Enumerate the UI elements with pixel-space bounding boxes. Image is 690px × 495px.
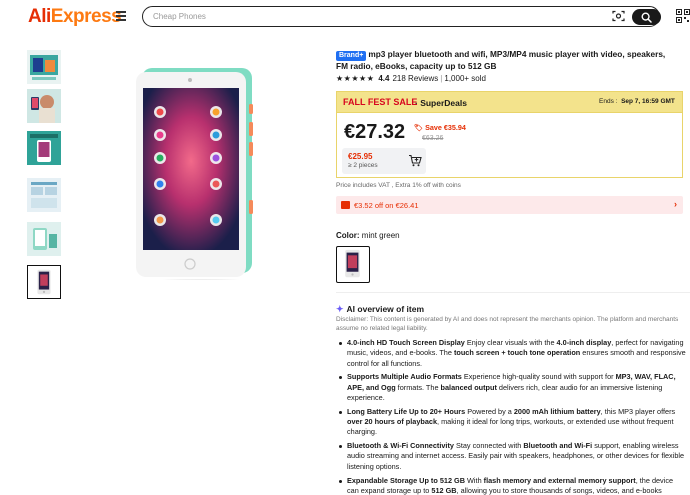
bullet-emphasis: flash memory and external memory support [483,475,636,485]
logo-text-express: Express [50,6,122,27]
ai-bullet-list: 4.0-inch HD Touch Screen Display Enjoy c… [336,338,686,495]
bullet-emphasis: 512 GB [431,485,457,495]
bulk-quantity: ≥ 2 pieces [348,162,378,169]
vat-note: Price includes VAT , Extra 1% off with c… [336,182,461,189]
sparkle-icon: ✦ [336,304,344,314]
star-rating-icon: ★★★★★ [336,74,375,83]
rating-row: ★★★★★ 4.4 218 Reviews | 1,000+ sold [336,74,486,84]
bullet-text: Stay connected with [453,441,524,451]
color-value: mint green [361,231,400,240]
sale-ends: Ends : Sep 7, 16:59 GMT [599,98,675,105]
thumbnail-1[interactable] [27,50,61,84]
list-item: Bluetooth & Wi-Fi Connectivity Stay conn… [336,441,686,472]
thumbnail-image [28,266,60,298]
bullet-emphasis: Bluetooth and Wi-Fi [523,441,593,451]
bullet-emphasis: touch screen + touch tone operation [453,348,581,358]
product-title-text: mp3 player bluetooth and wifi, MP3/MP4 m… [336,49,666,71]
thumbnail-image [27,131,61,165]
product-main-image[interactable] [126,60,276,280]
price-box: €27.32 🏷 Save €35.94 €63.26 €25.95 ≥ 2 p… [336,113,683,178]
bullet-title: Long Battery Life Up to 20+ Hours [347,406,466,416]
search-bar [142,6,661,27]
search-icon [641,11,652,23]
superdeals-label: · SuperDeals [415,97,467,108]
thumbnail-6-selected[interactable] [27,265,61,299]
sale-banner: FALL FEST SALE · SuperDeals Ends : Sep 7… [336,91,683,113]
reviews-link[interactable]: 218 Reviews [392,74,438,83]
list-item: 4.0-inch HD Touch Screen Display Enjoy c… [336,338,686,369]
thumbnail-5[interactable] [27,222,61,256]
bullet-title: Expandable Storage Up to 512 GB [347,475,465,485]
thumbnail-2[interactable] [27,89,61,123]
ai-disclaimer: Disclaimer: This content is generated by… [336,316,679,332]
coupon-text: €3.52 off on €26.41 [354,200,419,210]
bullet-emphasis: 4.0-inch display [556,338,612,347]
save-text: Save €35.94 [425,123,466,132]
thumbnail-image [27,178,61,212]
bullet-text: , allowing you to store thousands of son… [456,485,662,495]
color-label-key: Color: [336,231,360,240]
sale-label: FALL FEST SALE [343,97,418,107]
original-price: €63.26 [422,135,444,142]
thumbnail-image [27,50,61,84]
brand-plus-badge: Brand+ [336,51,367,61]
ends-label: Ends : [599,98,618,105]
bullet-text: Powered by a [465,406,514,416]
image-search-icon[interactable] [612,10,625,22]
search-button[interactable] [632,8,661,25]
current-price: €27.32 [344,121,406,143]
thumbnail-4[interactable] [27,178,61,212]
qr-code-icon[interactable] [676,9,690,23]
top-header: AliExpress [0,0,690,34]
product-title: Brand+ mp3 player bluetooth and wifi, MP3… [336,49,676,73]
save-amount: 🏷 Save €35.94 [414,123,466,132]
bullet-emphasis: 2000 mAh lithium battery [513,406,601,416]
bulk-price-option[interactable]: €25.95 ≥ 2 pieces [342,148,426,174]
list-item: Expandable Storage Up to 512 GB With fla… [336,476,686,495]
ends-date: Sep 7, 16:59 GMT [621,98,675,105]
list-item: Long Battery Life Up to 20+ Hours Powere… [336,407,686,438]
bullet-text: Experience high-quality sound with suppo… [461,372,616,382]
logo-text-ali: Ali [28,6,51,27]
swatch-image [345,249,360,278]
chevron-right-icon: › [674,199,677,209]
bullet-text: formats. The [395,382,441,392]
bulk-price: €25.95 [348,152,373,161]
sold-count: 1,000+ sold [444,74,486,83]
bullet-title: 4.0-inch HD Touch Screen Display [347,338,465,347]
bullet-title: Bluetooth & Wi-Fi Connectivity [347,441,454,451]
divider [336,292,690,293]
ai-overview-heading: ✦ AI overview of item [336,304,424,315]
bullet-emphasis: over 20 hours of playback [347,417,438,427]
separator: | [440,74,443,83]
coupon-icon [341,201,350,209]
thumbnail-image [27,89,61,123]
thumbnail-3[interactable] [27,131,61,165]
color-label: Color: mint green [336,231,400,240]
bullet-text: Enjoy clear visuals with the [464,338,557,347]
color-swatch-mint-green[interactable] [336,246,370,283]
search-input[interactable] [153,9,583,24]
list-item: Supports Multiple Audio Formats Experien… [336,372,686,403]
bullet-emphasis: balanced output [440,382,497,392]
menu-icon[interactable] [116,11,126,22]
rating-value: 4.4 [378,74,390,83]
ai-heading-text: AI overview of item [346,304,425,314]
bullet-text: , this MP3 player offers [600,406,676,416]
thumbnail-image [27,222,61,256]
bullet-text: With [465,475,484,485]
coupon-banner[interactable]: €3.52 off on €26.41 › [336,196,683,214]
aliexpress-logo[interactable]: AliExpress [28,6,122,28]
bullet-title: Supports Multiple Audio Formats [347,372,462,382]
cart-icon [409,154,422,167]
